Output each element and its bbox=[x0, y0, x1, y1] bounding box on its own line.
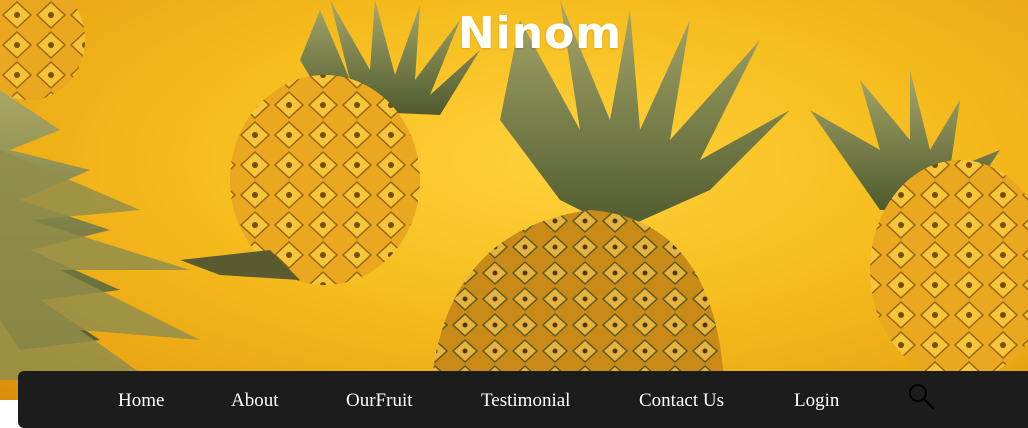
nav-testimonial[interactable]: Testimonial bbox=[481, 390, 570, 412]
nav-about[interactable]: About bbox=[231, 390, 279, 412]
main-navbar: Home About OurFruit Testimonial Contact … bbox=[18, 371, 1028, 428]
nav-login[interactable]: Login bbox=[794, 390, 839, 412]
brand-title: Ninom bbox=[457, 8, 623, 59]
nav-contact-us[interactable]: Contact Us bbox=[639, 390, 724, 412]
nav-home[interactable]: Home bbox=[118, 390, 164, 412]
search-button[interactable] bbox=[907, 382, 935, 410]
nav-ourfruit[interactable]: OurFruit bbox=[346, 390, 413, 412]
pineapple-hero-image bbox=[0, 0, 1028, 400]
hero-banner: Ninom bbox=[0, 0, 1028, 400]
search-icon bbox=[909, 384, 935, 410]
